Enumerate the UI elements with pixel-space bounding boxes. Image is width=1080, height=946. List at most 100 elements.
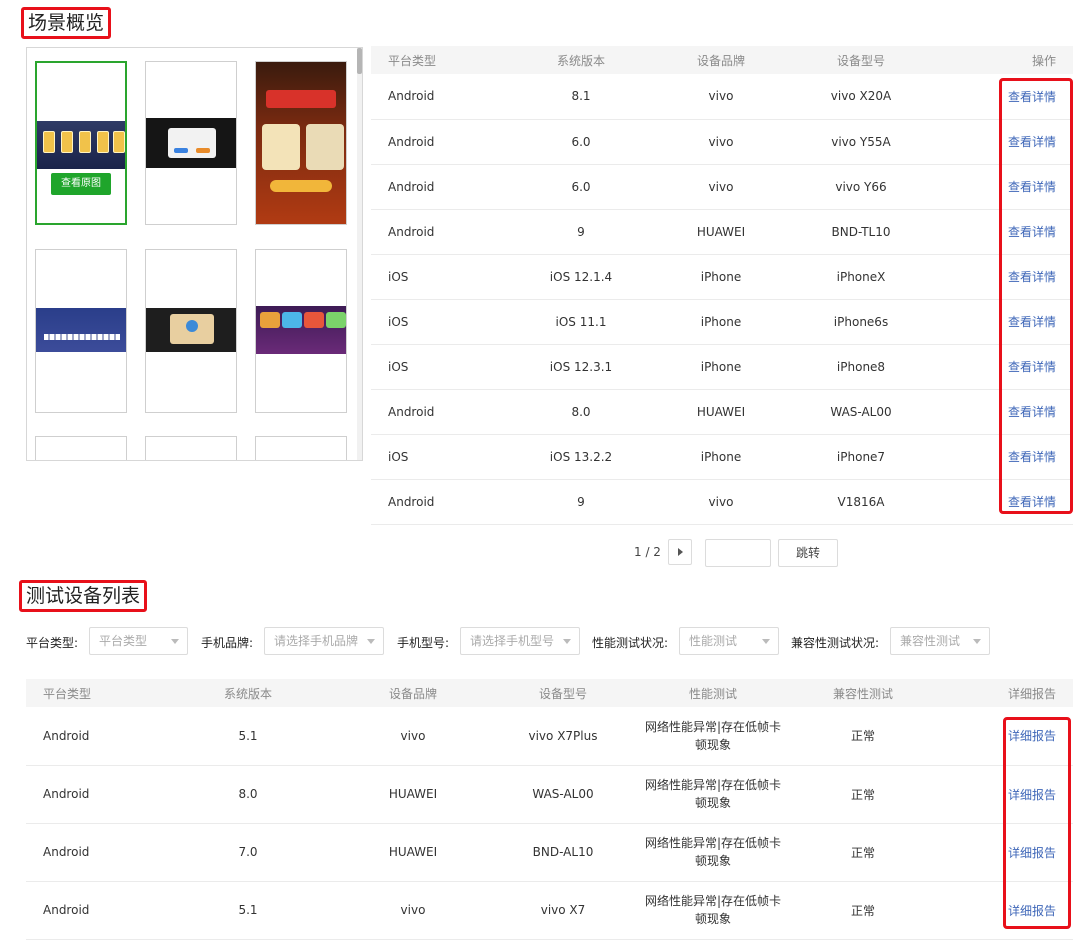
- table-row: Android 5.1 vivo vivo X7Plus 网络性能异常|存在低帧卡 顿现象…: [26, 707, 1073, 766]
- filter-select-model[interactable]: 请选择手机型号: [460, 627, 580, 655]
- jump-button[interactable]: 跳转: [778, 539, 838, 567]
- model-cell: WAS-AL00: [791, 389, 931, 435]
- model-cell: vivo Y66: [791, 164, 931, 210]
- detail-report-link[interactable]: 详细报告: [1008, 729, 1056, 743]
- scene-device-table: 平台类型 系统版本 设备品牌 设备型号 操作 Android 8.1 vivo viv…: [371, 46, 1073, 525]
- table-row: Android 9 HUAWEI BND-TL10 查看详情: [371, 209, 1073, 255]
- filter-label-platform: 平台类型:: [26, 636, 79, 650]
- view-details-link[interactable]: 查看详情: [1008, 495, 1056, 509]
- model-cell: WAS-AL00: [488, 765, 638, 824]
- column-header-brand: 设备品牌: [651, 46, 791, 74]
- performance-text-line: 顿现象: [694, 912, 731, 926]
- filter-placeholder: 兼容性测试: [900, 634, 961, 648]
- view-original-button[interactable]: 查看原图: [51, 173, 111, 195]
- gallery-scrollbar[interactable]: [357, 48, 362, 460]
- detail-report-link[interactable]: 详细报告: [1008, 846, 1056, 860]
- scene-thumbnail-5[interactable]: [145, 249, 237, 413]
- platform-cell: Android: [26, 881, 158, 940]
- report-cell: 详细报告: [938, 765, 1073, 824]
- action-cell: 查看详情: [931, 434, 1073, 480]
- version-cell: 6.0: [511, 119, 651, 165]
- performance-text-line: 顿现象: [694, 854, 731, 868]
- filter-label-model: 手机型号:: [397, 636, 450, 650]
- version-cell: 8.0: [158, 765, 338, 824]
- compatibility-cell: 正常: [788, 765, 938, 824]
- filter-select-brand[interactable]: 请选择手机品牌: [264, 627, 384, 655]
- brand-cell: vivo: [651, 74, 791, 120]
- scene-thumbnail-9[interactable]: [255, 436, 347, 460]
- scene-thumbnail-8[interactable]: [145, 436, 237, 460]
- table-header-row: 平台类型 系统版本 设备品牌 设备型号 操作: [371, 46, 1073, 74]
- scene-thumbnail-3[interactable]: [255, 61, 347, 225]
- action-cell: 查看详情: [931, 344, 1073, 390]
- column-header-report: 详细报告: [938, 679, 1073, 707]
- page-jump-input[interactable]: [705, 539, 771, 567]
- version-cell: iOS 13.2.2: [511, 434, 651, 480]
- scene-thumbnail-1[interactable]: 查看原图: [35, 61, 127, 225]
- version-cell: iOS 12.3.1: [511, 344, 651, 390]
- platform-cell: Android: [371, 389, 511, 435]
- brand-cell: iPhone: [651, 254, 791, 300]
- brand-cell: vivo: [651, 479, 791, 525]
- model-cell: iPhone7: [791, 434, 931, 480]
- platform-cell: iOS: [371, 434, 511, 480]
- compatibility-cell: 正常: [788, 823, 938, 882]
- column-header-performance: 性能测试: [638, 679, 788, 707]
- performance-text-line: 顿现象: [694, 737, 731, 752]
- filter-select-platform[interactable]: 平台类型: [89, 627, 188, 655]
- detail-report-link[interactable]: 详细报告: [1008, 904, 1056, 918]
- model-cell: iPhone8: [791, 344, 931, 390]
- filter-placeholder: 请选择手机型号: [470, 634, 555, 648]
- view-details-link[interactable]: 查看详情: [1008, 225, 1056, 239]
- performance-cell: 网络性能异常|存在低帧卡 顿现象: [638, 707, 788, 766]
- detail-report-link[interactable]: 详细报告: [1008, 788, 1056, 802]
- filter-label-compatibility: 兼容性测试状况:: [791, 636, 880, 650]
- column-header-version: 系统版本: [158, 679, 338, 707]
- column-header-model: 设备型号: [791, 46, 931, 74]
- scene-thumbnail-6[interactable]: [255, 249, 347, 413]
- model-cell: V1816A: [791, 479, 931, 525]
- filter-select-performance[interactable]: 性能测试: [679, 627, 779, 655]
- next-page-button[interactable]: [668, 539, 692, 565]
- platform-cell: iOS: [371, 299, 511, 345]
- version-cell: 9: [511, 479, 651, 525]
- action-cell: 查看详情: [931, 209, 1073, 255]
- filter-label-performance: 性能测试状况:: [592, 636, 669, 650]
- scene-screenshot-image: [256, 62, 346, 224]
- gallery-scrollbar-thumb[interactable]: [357, 48, 362, 74]
- filter-placeholder: 性能测试: [689, 634, 738, 648]
- filter-select-compatibility[interactable]: 兼容性测试: [890, 627, 990, 655]
- view-details-link[interactable]: 查看详情: [1008, 450, 1056, 464]
- platform-cell: iOS: [371, 254, 511, 300]
- filter-label-brand: 手机品牌:: [201, 636, 254, 650]
- view-details-link[interactable]: 查看详情: [1008, 360, 1056, 374]
- scene-screenshot-image: [37, 121, 125, 169]
- view-details-link[interactable]: 查看详情: [1008, 135, 1056, 149]
- compatibility-cell: 正常: [788, 881, 938, 940]
- filter-placeholder: 请选择手机品牌: [274, 634, 359, 648]
- brand-cell: iPhone: [651, 344, 791, 390]
- view-details-link[interactable]: 查看详情: [1008, 90, 1056, 104]
- action-cell: 查看详情: [931, 479, 1073, 525]
- table-row: Android 8.0 HUAWEI WAS-AL00 网络性能异常|存在低帧卡 顿现象正…: [26, 765, 1073, 824]
- table-header-row: 平台类型 系统版本 设备品牌 设备型号 性能测试 兼容性测试 详细报告: [26, 679, 1073, 707]
- platform-cell: Android: [26, 707, 158, 766]
- view-details-link[interactable]: 查看详情: [1008, 180, 1056, 194]
- scene-screenshot-image: [36, 308, 126, 352]
- chevron-down-icon: [367, 639, 375, 644]
- scene-gallery[interactable]: 查看原图: [26, 47, 363, 461]
- model-cell: iPhone6s: [791, 299, 931, 345]
- column-header-platform: 平台类型: [26, 679, 158, 707]
- view-details-link[interactable]: 查看详情: [1008, 270, 1056, 284]
- view-details-link[interactable]: 查看详情: [1008, 405, 1056, 419]
- scene-thumbnail-2[interactable]: [145, 61, 237, 225]
- table-row: iOS iOS 12.1.4 iPhone iPhoneX 查看详情: [371, 254, 1073, 300]
- brand-cell: HUAWEI: [651, 209, 791, 255]
- scene-thumbnail-4[interactable]: [35, 249, 127, 413]
- view-details-link[interactable]: 查看详情: [1008, 315, 1056, 329]
- platform-cell: Android: [371, 119, 511, 165]
- scene-thumbnail-7[interactable]: [35, 436, 127, 460]
- report-cell: 详细报告: [938, 823, 1073, 882]
- model-cell: iPhoneX: [791, 254, 931, 300]
- platform-cell: Android: [26, 765, 158, 824]
